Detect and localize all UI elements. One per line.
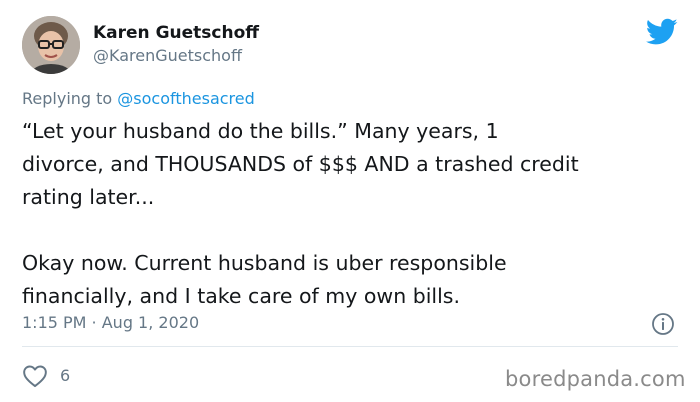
heart-icon[interactable] <box>22 364 48 388</box>
reply-context: Replying to @socofthesacred <box>22 88 255 110</box>
reply-handle-link[interactable]: @socofthesacred <box>117 89 254 108</box>
reply-prefix: Replying to <box>22 89 113 108</box>
tweet-line: divorce, and THOUSANDS of $$$ AND a tras… <box>22 152 579 176</box>
twitter-bird-icon <box>646 18 678 45</box>
author-handle[interactable]: @KarenGuetschoff <box>93 46 242 66</box>
info-icon[interactable] <box>651 312 675 336</box>
like-count: 6 <box>60 366 71 385</box>
source-watermark: boredpanda.com <box>505 367 686 391</box>
avatar[interactable] <box>22 16 80 74</box>
tweet-line: rating later... <box>22 185 155 209</box>
tweet-text: “Let your husband do the bills.” Many ye… <box>22 115 692 313</box>
divider <box>22 346 678 347</box>
tweet-timestamp[interactable]: 1:15 PM · Aug 1, 2020 <box>22 312 199 334</box>
avatar-image <box>22 16 80 74</box>
tweet-line: Okay now. Current husband is uber respon… <box>22 251 507 275</box>
author-name[interactable]: Karen Guetschoff <box>93 22 259 44</box>
tweet-line: “Let your husband do the bills.” Many ye… <box>22 119 499 143</box>
tweet-line: financially, and I take care of my own b… <box>22 284 461 308</box>
